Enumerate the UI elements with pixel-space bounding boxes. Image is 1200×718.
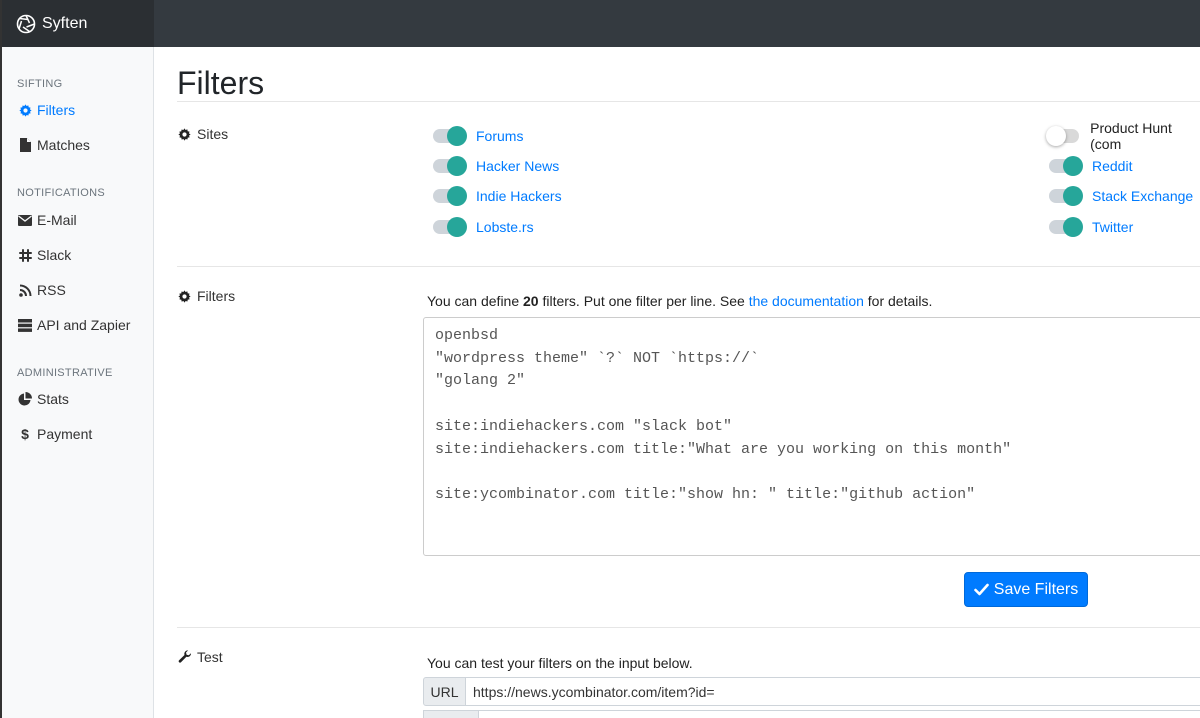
sidebar-heading-sifting: SIFTING (17, 78, 63, 90)
site-link[interactable]: Lobste.rs (476, 219, 534, 235)
window-edge (0, 0, 2, 718)
toggle-switch[interactable] (433, 156, 467, 176)
site-toggle-hacker-news[interactable]: Hacker News (433, 155, 559, 177)
toggle-switch[interactable] (1046, 126, 1080, 146)
sidebar-item-stats[interactable]: Stats (0, 387, 153, 411)
site-toggle-stack-exchange[interactable]: Stack Exchange (1049, 185, 1193, 207)
desc-text: You can define (427, 293, 524, 309)
filters-section-label: Filters (178, 288, 235, 304)
brand-name: Syften (42, 14, 88, 32)
sidebar-item-slack[interactable]: Slack (0, 243, 153, 267)
toggle-switch[interactable] (433, 126, 467, 146)
site-toggle-reddit[interactable]: Reddit (1049, 155, 1132, 177)
site-link[interactable]: Reddit (1092, 158, 1132, 174)
server-icon (18, 318, 32, 332)
section-label-text: Filters (197, 288, 236, 304)
check-icon (973, 583, 989, 596)
section-label-text: Sites (197, 126, 229, 142)
main-content: Filters Sites Forums Hacker News Indie H… (154, 47, 1200, 718)
desc-text: filters. Put one filter per line. See (538, 293, 749, 309)
filter-count: 20 (523, 293, 539, 309)
pie-chart-icon (18, 392, 32, 406)
documentation-link[interactable]: the documentation (749, 293, 864, 309)
site-toggle-indie-hackers[interactable]: Indie Hackers (433, 185, 562, 207)
filters-description: You can define 20 filters. Put one filte… (427, 293, 932, 309)
sidebar-item-filters[interactable]: Filters (0, 98, 153, 122)
toggle-switch[interactable] (1049, 186, 1083, 206)
filters-textarea[interactable]: openbsd "wordpress theme" `?` NOT `https… (423, 317, 1200, 556)
gear-icon (18, 103, 32, 117)
url-input[interactable]: https://news.ycombinator.com/item?id= (466, 677, 1200, 706)
sidebar-item-label: Filters (37, 102, 76, 118)
toggle-switch[interactable] (433, 217, 467, 237)
rss-icon (18, 283, 32, 297)
site-link[interactable]: Hacker News (476, 158, 559, 174)
sidebar-item-api-zapier[interactable]: API and Zapier (0, 313, 153, 337)
site-link[interactable]: Stack Exchange (1092, 188, 1193, 204)
site-toggle-product-hunt[interactable]: Product Hunt (com (1046, 120, 1200, 152)
site-link[interactable]: Twitter (1092, 219, 1133, 235)
sidebar-item-rss[interactable]: RSS (0, 278, 153, 302)
site-toggle-lobsters[interactable]: Lobste.rs (433, 216, 534, 238)
sidebar-item-label: Slack (37, 247, 72, 263)
sidebar: SIFTING Filters Matches NOTIFICATIONS E-… (0, 47, 154, 718)
sidebar-item-label: Matches (37, 137, 90, 153)
toggle-switch[interactable] (433, 186, 467, 206)
text-input[interactable] (479, 710, 1200, 718)
slack-icon (18, 248, 32, 262)
dollar-icon: $ (18, 427, 32, 441)
sidebar-item-label: E-Mail (37, 212, 77, 228)
site-link[interactable]: Indie Hackers (476, 188, 562, 204)
divider (177, 627, 1200, 628)
envelope-icon (18, 213, 32, 227)
aperture-logo-icon (16, 14, 36, 33)
test-section-label: Test (178, 649, 223, 665)
sidebar-item-email[interactable]: E-Mail (0, 208, 153, 232)
gear-icon (178, 289, 192, 303)
brand[interactable]: Syften (0, 0, 154, 47)
site-toggle-forums[interactable]: Forums (433, 125, 523, 147)
next-input-group (423, 710, 1200, 718)
divider (177, 101, 1200, 102)
site-toggle-twitter[interactable]: Twitter (1049, 216, 1133, 238)
input-addon (423, 710, 479, 718)
save-filters-label: Save Filters (993, 580, 1079, 598)
sidebar-item-label: API and Zapier (37, 317, 131, 333)
site-link[interactable]: Forums (476, 128, 523, 144)
sidebar-item-payment[interactable]: $ Payment (0, 422, 153, 446)
section-label-text: Test (197, 649, 223, 665)
save-filters-button[interactable]: Save Filters (964, 572, 1088, 607)
sidebar-item-label: RSS (37, 282, 66, 298)
toggle-switch[interactable] (1049, 217, 1083, 237)
sidebar-heading-notifications: NOTIFICATIONS (17, 187, 106, 199)
svg-text:$: $ (21, 427, 29, 441)
wrench-icon (178, 650, 192, 664)
test-description: You can test your filters on the input b… (427, 655, 693, 671)
page-title: Filters (177, 65, 265, 101)
desc-text: for details. (863, 293, 933, 309)
divider (177, 266, 1200, 267)
sidebar-item-label: Stats (37, 391, 69, 407)
toggle-switch[interactable] (1049, 156, 1083, 176)
url-label: URL (423, 677, 466, 706)
url-input-group: URL https://news.ycombinator.com/item?id… (423, 677, 1200, 706)
gear-icon (178, 127, 192, 141)
sidebar-item-matches[interactable]: Matches (0, 133, 153, 157)
site-label: Product Hunt (com (1090, 120, 1172, 152)
file-icon (18, 138, 32, 152)
sites-section-label: Sites (178, 126, 228, 142)
top-navbar (0, 0, 1200, 47)
sidebar-item-label: Payment (37, 426, 93, 442)
sidebar-heading-administrative: ADMINISTRATIVE (17, 367, 113, 379)
